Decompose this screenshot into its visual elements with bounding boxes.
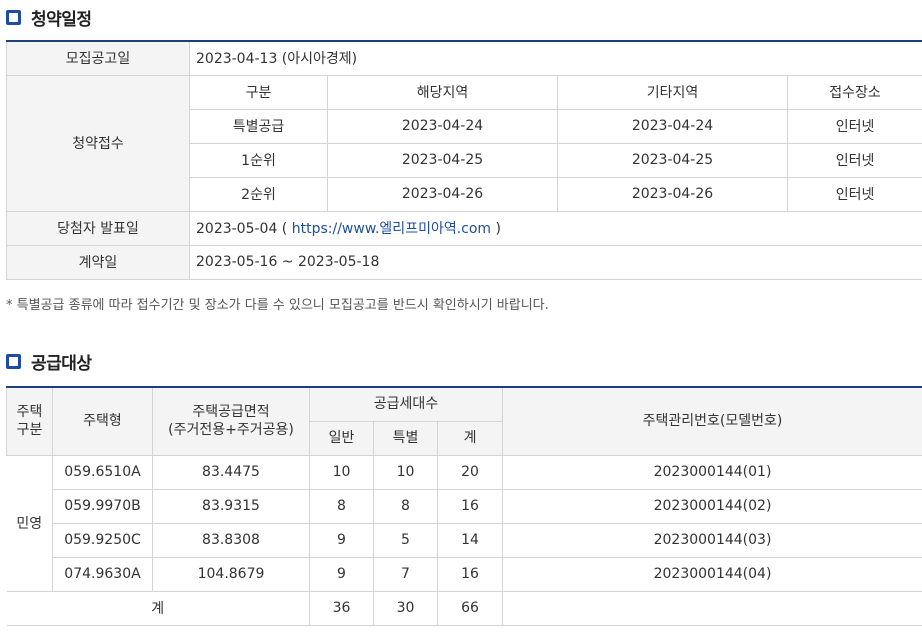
special-units: 8 xyxy=(373,488,438,524)
mgmt-number: 2023000144(04) xyxy=(502,556,922,592)
total-units: 20 xyxy=(436,454,504,490)
group-name: 민영 xyxy=(6,454,53,592)
sum-total: 66 xyxy=(436,590,504,626)
sum-row: 계 36 30 66 xyxy=(6,590,922,626)
apply-local-date: 2023-04-26 xyxy=(327,176,558,212)
housing-type: 059.9970B xyxy=(52,488,153,524)
apply-other-date: 2023-04-26 xyxy=(557,176,788,212)
apply-local-date: 2023-04-25 xyxy=(327,142,558,178)
special-units: 7 xyxy=(373,556,438,592)
notice-label: 모집공고일 xyxy=(6,40,190,76)
header-area-line2: (주거전용+주거공용) xyxy=(168,422,294,439)
notice-value: 2023-04-13 (아시아경제) xyxy=(188,40,922,76)
housing-type: 074.9630A xyxy=(52,556,153,592)
header-total: 계 xyxy=(436,420,504,456)
schedule-section-title: 청약일정 xyxy=(6,4,92,30)
apply-type: 특별공급 xyxy=(189,108,328,144)
supply-section-title: 공급대상 xyxy=(6,348,92,374)
apply-label: 청약접수 xyxy=(6,74,190,212)
apply-header-other: 기타지역 xyxy=(557,74,788,110)
supply-header-row: 주택 구분 주택형 주택공급면적 (주거전용+주거공용) 공급세대수 주택관리번호(… xyxy=(6,386,922,456)
contract-label: 계약일 xyxy=(6,244,190,280)
schedule-title: 청약일정 xyxy=(31,9,92,30)
sum-general: 36 xyxy=(309,590,374,626)
apply-header-type: 구분 xyxy=(189,74,328,110)
apply-header-local: 해당지역 xyxy=(327,74,558,110)
apply-type: 2순위 xyxy=(189,176,328,212)
winner-row: 당첨자 발표일 2023-05-04 ( https://www.엘리프미아역.… xyxy=(6,210,922,246)
sum-special: 30 xyxy=(373,590,438,626)
general-units: 9 xyxy=(309,522,374,558)
winner-label: 당첨자 발표일 xyxy=(6,210,190,246)
header-units: 공급세대수 xyxy=(308,386,504,422)
notice-row: 모집공고일 2023-04-13 (아시아경제) xyxy=(6,40,922,76)
table-row: 059.9250C 83.8308 9 5 14 2023000144(03) xyxy=(7,522,922,558)
apply-other-date: 2023-04-24 xyxy=(557,108,788,144)
header-mgmt-number: 주택관리번호(모델번호) xyxy=(502,386,922,456)
general-units: 9 xyxy=(309,556,374,592)
header-special: 특별 xyxy=(373,420,438,456)
schedule-note: * 특별공급 종류에 따라 접수기간 및 장소가 다를 수 있으니 모집공고를 … xyxy=(6,298,549,313)
total-units: 16 xyxy=(436,556,504,592)
general-units: 8 xyxy=(309,488,374,524)
square-bullet-icon xyxy=(6,353,21,369)
apply-other-date: 2023-04-25 xyxy=(557,142,788,178)
square-bullet-icon xyxy=(6,9,21,25)
supply-area: 83.8308 xyxy=(152,522,310,558)
apply-local-date: 2023-04-24 xyxy=(327,108,558,144)
winner-date: 2023-05-04 ( xyxy=(196,221,288,237)
winner-website-link[interactable]: https://www.엘리프미아역.com xyxy=(287,221,495,237)
general-units: 10 xyxy=(309,454,374,490)
schedule-table: 모집공고일 2023-04-13 (아시아경제) 청약접수 구분 해당지역 기타… xyxy=(6,40,922,280)
header-type-group: 주택 구분 xyxy=(6,386,53,456)
special-units: 5 xyxy=(373,522,438,558)
mgmt-number: 2023000144(02) xyxy=(502,488,922,524)
apply-type: 1순위 xyxy=(189,142,328,178)
supply-area: 83.9315 xyxy=(152,488,310,524)
header-housing-type: 주택형 xyxy=(52,386,153,456)
table-row: 074.9630A 104.8679 9 7 16 2023000144(04) xyxy=(7,556,922,592)
winner-close-paren: ) xyxy=(495,221,501,237)
supply-table: 주택 구분 주택형 주택공급면적 (주거전용+주거공용) 공급세대수 주택관리번호(… xyxy=(6,386,922,626)
apply-header-place: 접수장소 xyxy=(786,74,922,110)
header-type-group-line1: 주택 xyxy=(16,404,43,421)
mgmt-number: 2023000144(03) xyxy=(502,522,922,558)
sum-mgmt-empty xyxy=(502,590,922,626)
winner-value: 2023-05-04 ( https://www.엘리프미아역.com ) xyxy=(188,210,922,246)
total-units: 14 xyxy=(436,522,504,558)
supply-area: 83.4475 xyxy=(152,454,310,490)
apply-place: 인터넷 xyxy=(786,176,922,212)
apply-place: 인터넷 xyxy=(786,142,922,178)
table-row: 059.9970B 83.9315 8 8 16 2023000144(02) xyxy=(7,488,922,524)
total-units: 16 xyxy=(436,488,504,524)
special-units: 10 xyxy=(373,454,438,490)
contract-value: 2023-05-16 ~ 2023-05-18 xyxy=(188,244,922,280)
sum-label: 계 xyxy=(6,590,310,626)
housing-type: 059.6510A xyxy=(52,454,153,490)
supply-title: 공급대상 xyxy=(31,353,92,374)
housing-type: 059.9250C xyxy=(52,522,153,558)
header-area-line1: 주택공급면적 xyxy=(192,404,270,421)
apply-place: 인터넷 xyxy=(786,108,922,144)
mgmt-number: 2023000144(01) xyxy=(502,454,922,490)
header-type-group-line2: 구분 xyxy=(16,422,43,439)
supply-area: 104.8679 xyxy=(152,556,310,592)
header-area: 주택공급면적 (주거전용+주거공용) xyxy=(152,386,310,456)
table-row: 민영 059.6510A 83.4475 10 10 20 2023000144… xyxy=(6,454,922,592)
contract-row: 계약일 2023-05-16 ~ 2023-05-18 xyxy=(6,244,922,280)
header-general: 일반 xyxy=(309,420,374,456)
apply-header-row: 청약접수 구분 해당지역 기타지역 접수장소 xyxy=(6,74,922,212)
